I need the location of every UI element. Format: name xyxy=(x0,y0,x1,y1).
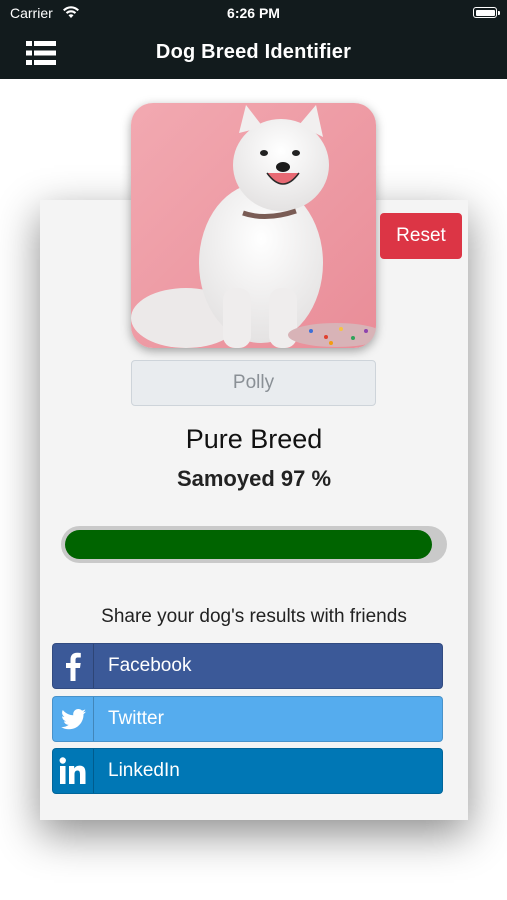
breed-confidence-label: Samoyed 97 % xyxy=(176,466,332,491)
linkedin-icon xyxy=(53,749,94,793)
share-twitter-label: Twitter xyxy=(108,708,164,729)
share-facebook-button[interactable]: Facebook xyxy=(52,643,443,689)
battery-icon xyxy=(473,7,500,18)
confidence-progress-bar xyxy=(61,526,447,563)
dog-photo xyxy=(131,103,376,348)
breed-type-label: Pure Breed xyxy=(185,424,323,454)
share-linkedin-button[interactable]: LinkedIn xyxy=(52,748,443,794)
confidence-progress-fill xyxy=(65,530,432,559)
status-bar: Carrier 6:26 PM xyxy=(0,0,507,28)
dog-name-field[interactable]: Polly xyxy=(131,360,376,406)
reset-button[interactable]: Reset xyxy=(380,213,462,259)
app-header: Dog Breed Identifier xyxy=(0,28,507,79)
clock: 6:26 PM xyxy=(227,5,280,21)
page-title: Dog Breed Identifier xyxy=(155,41,352,63)
share-prompt: Share your dog's results with friends xyxy=(101,606,407,627)
share-facebook-label: Facebook xyxy=(108,655,192,676)
share-twitter-button[interactable]: Twitter xyxy=(52,696,443,742)
share-linkedin-label: LinkedIn xyxy=(108,760,180,781)
facebook-icon xyxy=(53,644,94,688)
twitter-icon xyxy=(53,697,94,741)
